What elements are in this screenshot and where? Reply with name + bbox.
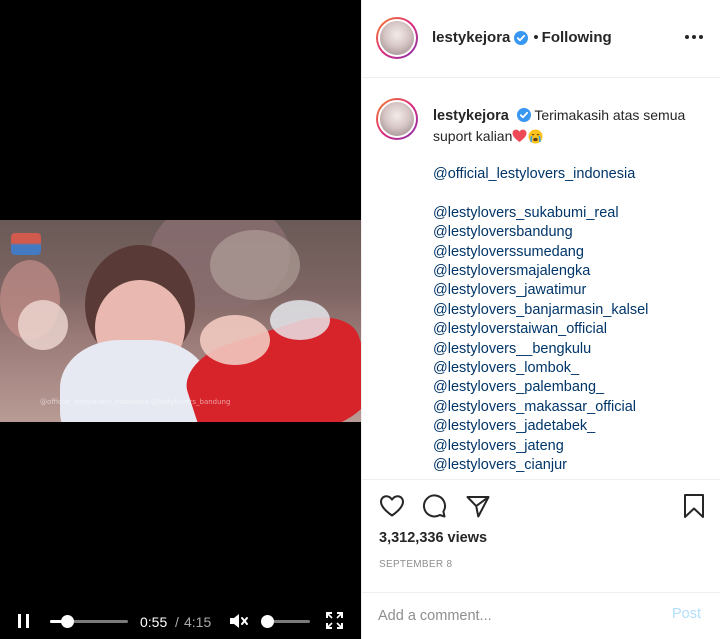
mention-link[interactable]: @official_lestylovers_indonesia	[433, 165, 713, 184]
pause-icon[interactable]	[18, 614, 30, 628]
progress-handle[interactable]	[60, 615, 74, 628]
crying-emoji-icon	[528, 129, 543, 144]
comment-bar: Post	[362, 592, 720, 639]
avatar[interactable]	[376, 17, 418, 59]
video-player[interactable]: @official_lestylovers_indonesia @lestylo…	[0, 0, 361, 639]
mention-link[interactable]: @lestylovers__bengkulu	[433, 340, 713, 359]
volume-handle[interactable]	[260, 615, 274, 628]
heart-emoji-icon	[512, 129, 527, 143]
mention-link[interactable]: @lestylovers_jateng	[433, 437, 713, 456]
verified-icon	[514, 30, 529, 45]
mention-link[interactable]: @lestyloversbandung	[433, 223, 713, 242]
post-header: lestykejora • Following	[362, 0, 720, 78]
mute-icon[interactable]	[229, 613, 249, 629]
dot-separator: •	[533, 29, 539, 46]
comment-icon[interactable]	[421, 493, 447, 519]
caption-avatar[interactable]	[376, 98, 418, 140]
video-frame[interactable]: @official_lestylovers_indonesia @lestylo…	[0, 220, 361, 422]
mention-link[interactable]: @lestyloverssumedang	[433, 243, 713, 262]
mention-link[interactable]: @lestylovers_sukabumi_real	[433, 204, 713, 223]
time-separator: /	[175, 614, 179, 630]
caption: lestykejora Terimakasih atas semua supor…	[433, 106, 713, 475]
mention-link[interactable]: @lestylovers_lombok_	[433, 359, 713, 378]
post-side-panel: lestykejora • Following lestykejora Teri…	[361, 0, 720, 639]
view-count[interactable]: 3,312,336 views	[379, 530, 487, 546]
mention-gap	[433, 184, 713, 203]
mention-link[interactable]: @lestyloverstaiwan_official	[433, 320, 713, 339]
video-watermark: @official_lestylovers_indonesia @lestylo…	[40, 398, 231, 406]
fullscreen-icon[interactable]	[326, 612, 343, 629]
post-date[interactable]: SEPTEMBER 8	[379, 559, 452, 570]
mention-link[interactable]: @lestylovers_jawatimur	[433, 281, 713, 300]
like-icon[interactable]	[379, 493, 405, 519]
more-icon[interactable]	[685, 35, 703, 41]
current-time: 0:55	[140, 614, 168, 630]
header-username[interactable]: lestykejora	[432, 29, 510, 46]
mention-link[interactable]: @lestylovers_banjarmasin_kalsel	[433, 301, 713, 320]
mention-link[interactable]: @lestylovers_palembang_	[433, 378, 713, 397]
comment-input[interactable]	[378, 605, 648, 627]
caption-area: lestykejora Terimakasih atas semua supor…	[362, 79, 720, 479]
volume-slider[interactable]	[260, 615, 310, 628]
mention-link[interactable]: @lestylovers_cianjur	[433, 456, 713, 475]
tv-channel-logo	[11, 233, 41, 255]
save-icon[interactable]	[681, 493, 707, 519]
caption-username[interactable]: lestykejora	[433, 108, 509, 124]
following-button[interactable]: Following	[542, 29, 612, 46]
post-button[interactable]: Post	[672, 606, 701, 622]
video-controls: 0:55 / 4:15	[0, 600, 361, 639]
progress-bar[interactable]	[50, 615, 128, 628]
mention-list: @official_lestylovers_indonesia @lestylov…	[433, 165, 713, 475]
mention-link[interactable]: @lestyloversmajalengka	[433, 262, 713, 281]
mention-link[interactable]: @lestylovers_jadetabek_	[433, 417, 713, 436]
verified-icon	[516, 108, 531, 122]
total-time: 4:15	[184, 614, 212, 630]
post-actions: 3,312,336 views SEPTEMBER 8	[362, 479, 720, 592]
mention-link[interactable]: @lestylovers_makassar_official	[433, 398, 713, 417]
share-icon[interactable]	[465, 493, 491, 519]
